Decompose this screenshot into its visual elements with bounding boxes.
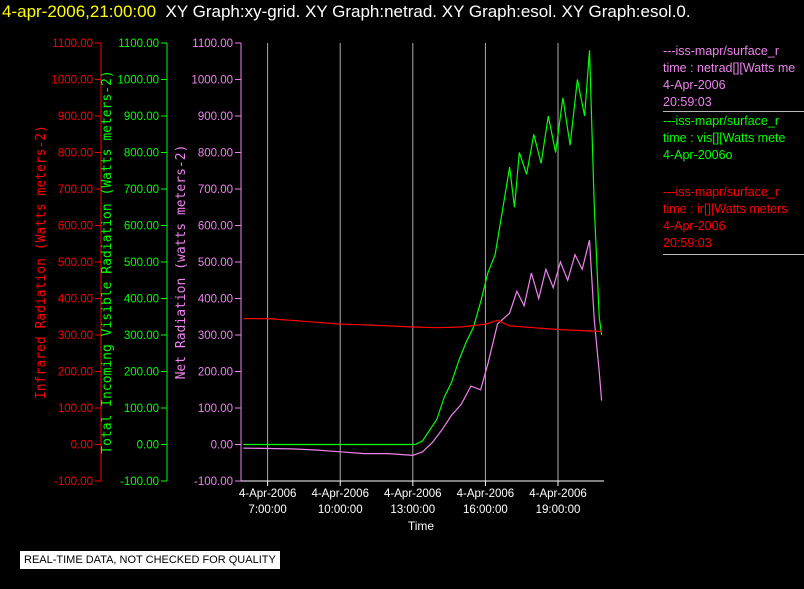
y-tick-label-net-3: 200.00 xyxy=(198,367,233,379)
y-tick-label-net-2: 100.00 xyxy=(198,403,233,415)
y-tick-label-ir-6: 500.00 xyxy=(58,257,93,269)
legend-vis: ---iss-mapr/surface_r time : vis[][Watts… xyxy=(663,113,804,164)
legend-divider xyxy=(663,254,804,255)
y-tick-label-ir-5: 400.00 xyxy=(58,294,93,306)
x-tick-date-1: 4-Apr-2006 xyxy=(311,488,369,500)
legend-netrad-source: ---iss-mapr/surface_r xyxy=(663,44,779,58)
y-tick-label-vis-10: 900.00 xyxy=(124,111,159,123)
y-tick-label-ir-4: 300.00 xyxy=(58,330,93,342)
y-tick-label-vis-7: 600.00 xyxy=(124,221,159,233)
y-axis-label-vis: Total Incoming Visible Radiation (Watts … xyxy=(100,70,115,454)
y-tick-label-ir-1: 0.00 xyxy=(71,440,93,452)
y-tick-label-ir-0: -100.00 xyxy=(54,476,93,488)
x-tick-time-1: 10:00:00 xyxy=(318,504,363,516)
y-tick-label-vis-11: 1000.00 xyxy=(117,75,159,87)
y-axis-label-net: Net Radiation (watts meters-2) xyxy=(174,145,189,380)
y-tick-label-net-8: 700.00 xyxy=(198,184,233,196)
y-tick-label-vis-3: 200.00 xyxy=(124,367,159,379)
series-vis-line xyxy=(243,50,603,446)
y-tick-label-vis-2: 100.00 xyxy=(124,403,159,415)
y-tick-label-vis-4: 300.00 xyxy=(124,330,159,342)
legend-netrad: ---iss-mapr/surface_r time : netrad[][Wa… xyxy=(663,43,804,112)
y-tick-label-ir-2: 100.00 xyxy=(58,403,93,415)
y-tick-label-net-4: 300.00 xyxy=(198,330,233,342)
x-axis-label: Time xyxy=(408,519,435,533)
x-tick-time-2: 13:00:00 xyxy=(390,504,435,516)
legend-vis-date: 4-Apr-2006o xyxy=(663,148,733,162)
legend-ir-source: ---iss-mapr/surface_r xyxy=(663,185,779,199)
y-tick-label-net-0: -100.00 xyxy=(194,476,233,488)
y-tick-label-net-5: 400.00 xyxy=(198,294,233,306)
x-tick-time-3: 16:00:00 xyxy=(463,504,508,516)
y-axis-label-ir: Infrared Radiation (Watts meters-2) xyxy=(34,125,49,399)
quality-notice: REAL-TIME DATA, NOT CHECKED FOR QUALITY xyxy=(20,551,280,569)
y-tick-label-ir-3: 200.00 xyxy=(58,367,93,379)
y-tick-label-net-12: 1100.00 xyxy=(192,38,233,50)
legend-vis-variable: time : vis[][Watts mete xyxy=(663,131,786,145)
legend-ir-variable: time : ir[][Watts meters xyxy=(663,202,788,216)
y-tick-label-vis-5: 400.00 xyxy=(124,294,159,306)
legend-vis-source: ---iss-mapr/surface_r xyxy=(663,114,779,128)
y-tick-label-net-6: 500.00 xyxy=(198,257,233,269)
x-tick-time-4: 19:00:00 xyxy=(536,504,581,516)
y-tick-label-ir-7: 600.00 xyxy=(58,221,93,233)
legend-divider xyxy=(663,111,804,112)
x-tick-date-4: 4-Apr-2006 xyxy=(529,488,587,500)
legend-ir: ---iss-mapr/surface_r time : ir[][Watts … xyxy=(663,184,804,255)
legend-ir-time: 20:59:03 xyxy=(663,236,712,250)
x-tick-date-0: 4-Apr-2006 xyxy=(239,488,297,500)
y-tick-label-net-1: 0.00 xyxy=(211,440,233,452)
x-tick-date-2: 4-Apr-2006 xyxy=(384,488,442,500)
legend-netrad-variable: time : netrad[][Watts me xyxy=(663,61,796,75)
y-tick-label-vis-9: 800.00 xyxy=(124,148,159,160)
y-tick-label-ir-10: 900.00 xyxy=(58,111,93,123)
xy-graph-window: 4-apr-2006,21:00:00 XY Graph:xy-grid. XY… xyxy=(0,0,804,589)
y-tick-label-ir-12: 1100.00 xyxy=(52,38,93,50)
y-tick-label-vis-6: 500.00 xyxy=(124,257,159,269)
legend-ir-date: 4-Apr-2006 xyxy=(663,219,726,233)
y-tick-label-net-10: 900.00 xyxy=(198,111,233,123)
y-tick-label-ir-11: 1000.00 xyxy=(51,75,93,87)
y-tick-label-net-7: 600.00 xyxy=(198,221,233,233)
legend-netrad-date: 4-Apr-2006 xyxy=(663,78,726,92)
y-tick-label-net-9: 800.00 xyxy=(198,148,233,160)
y-tick-label-ir-9: 800.00 xyxy=(58,148,93,160)
series-ir-line xyxy=(243,318,602,332)
y-tick-label-vis-12: 1100.00 xyxy=(118,38,159,50)
y-tick-label-vis-0: -100.00 xyxy=(120,476,159,488)
y-tick-label-vis-1: 0.00 xyxy=(137,440,159,452)
y-tick-label-ir-8: 700.00 xyxy=(58,184,93,196)
legend-netrad-time: 20:59:03 xyxy=(663,95,712,109)
x-tick-time-0: 7:00:00 xyxy=(248,504,286,516)
series-netrad-line xyxy=(243,239,603,457)
x-tick-date-3: 4-Apr-2006 xyxy=(457,488,515,500)
y-tick-label-net-11: 1000.00 xyxy=(191,75,233,87)
y-tick-label-vis-8: 700.00 xyxy=(124,184,159,196)
